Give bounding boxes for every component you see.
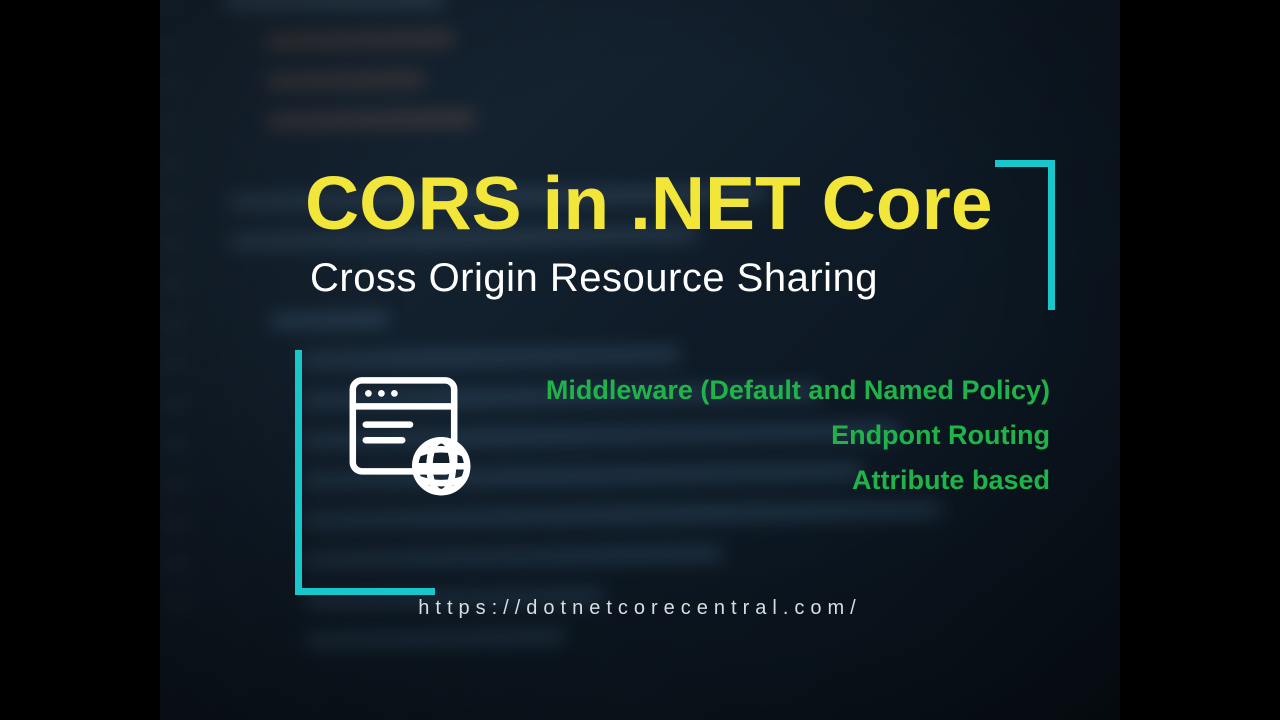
slide-subtitle: Cross Origin Resource Sharing [310,256,878,301]
footer-url: https://dotnetcorecentral.com/ [160,597,1120,620]
letterbox-left [0,0,160,720]
slide-stage: CORS in .NET Core Cross Origin Resource … [160,0,1120,720]
feature-item: Middleware (Default and Named Policy) [546,375,1050,406]
browser-globe-icon [345,370,475,500]
bracket-top-right [995,160,1055,310]
slide-title: CORS in .NET Core [305,160,993,246]
feature-item: Endpont Routing [546,420,1050,451]
feature-list: Middleware (Default and Named Policy) En… [546,375,1050,496]
feature-item: Attribute based [546,465,1050,496]
letterbox-right [1120,0,1280,720]
